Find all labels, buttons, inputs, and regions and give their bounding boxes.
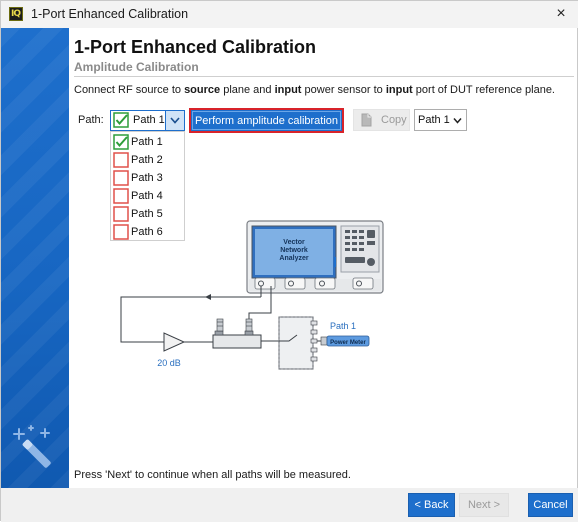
dropdown-item-path-4[interactable]: Path 4	[111, 187, 184, 205]
sidebar-pattern	[1, 28, 69, 488]
dropdown-item-label: Path 2	[131, 154, 163, 166]
path-diagram-label: Path 1	[330, 321, 356, 331]
calibration-dialog: IQ 1-Port Enhanced Calibration × 1-Port …	[0, 0, 578, 522]
header-divider	[74, 76, 574, 77]
page-subtitle: Amplitude Calibration	[74, 60, 199, 74]
perform-amplitude-calibration-button[interactable]: Perform amplitude calibration	[189, 108, 344, 133]
copy-button-label: Copy	[381, 114, 407, 126]
copy-button[interactable]: Copy	[353, 109, 410, 131]
dropdown-item-label: Path 1	[131, 136, 163, 148]
next-button[interactable]: Next >	[459, 493, 509, 517]
power-meter-label: Power Meter	[330, 340, 366, 346]
title-bar: IQ 1-Port Enhanced Calibration ×	[1, 1, 578, 28]
rf-cables	[120, 286, 279, 343]
calibration-setup-diagram: Vector Network Analyzer 20 dB Path 1 Pow…	[120, 220, 384, 370]
perform-button-label: Perform amplitude calibration	[194, 114, 339, 127]
unchecked-checkbox-icon	[113, 170, 129, 186]
amplifier: 20 dB	[157, 332, 186, 368]
dropdown-item-path-1[interactable]: Path 1	[111, 133, 184, 151]
amplifier-gain-label: 20 dB	[157, 358, 181, 368]
close-icon: ×	[556, 5, 566, 22]
dropdown-item-label: Path 3	[131, 172, 163, 184]
copy-target-value: Path 1	[418, 114, 450, 126]
copy-target-select[interactable]: Path 1	[414, 109, 467, 131]
close-button[interactable]: ×	[549, 3, 573, 25]
cancel-button[interactable]: Cancel	[528, 493, 573, 517]
iq-app-icon: IQ	[9, 7, 23, 21]
unchecked-checkbox-icon	[113, 188, 129, 204]
instruction-text: Connect RF source to source plane and in…	[74, 84, 555, 96]
back-button[interactable]: < Back	[408, 493, 455, 517]
magic-wand-icon	[13, 425, 51, 468]
wizard-sidebar	[1, 28, 69, 488]
unchecked-checkbox-icon	[113, 152, 129, 168]
vector-network-analyzer: Vector Network Analyzer	[246, 220, 384, 294]
vna-label-line2: Network	[280, 247, 308, 254]
path-combobox-value: Path 1	[133, 114, 165, 126]
dropdown-item-path-2[interactable]: Path 2	[111, 151, 184, 169]
page-title: 1-Port Enhanced Calibration	[74, 37, 317, 57]
chevron-down-icon[interactable]	[165, 111, 184, 130]
checked-checkbox-icon	[113, 112, 129, 128]
path-combobox[interactable]: Path 1	[110, 110, 185, 131]
checked-checkbox-icon	[113, 134, 129, 150]
window-title: 1-Port Enhanced Calibration	[31, 7, 189, 21]
dropdown-item-label: Path 4	[131, 190, 163, 202]
chevron-down-icon	[453, 118, 462, 124]
vna-label-line3: Analyzer	[279, 255, 308, 262]
power-meter: Power Meter	[320, 335, 370, 347]
path-label: Path:	[78, 114, 104, 126]
status-message: Press 'Next' to continue when all paths …	[74, 469, 351, 481]
directional-coupler	[212, 318, 262, 349]
copy-icon	[361, 113, 372, 127]
vna-label-line1: Vector	[283, 239, 305, 246]
dropdown-item-path-3[interactable]: Path 3	[111, 169, 184, 187]
